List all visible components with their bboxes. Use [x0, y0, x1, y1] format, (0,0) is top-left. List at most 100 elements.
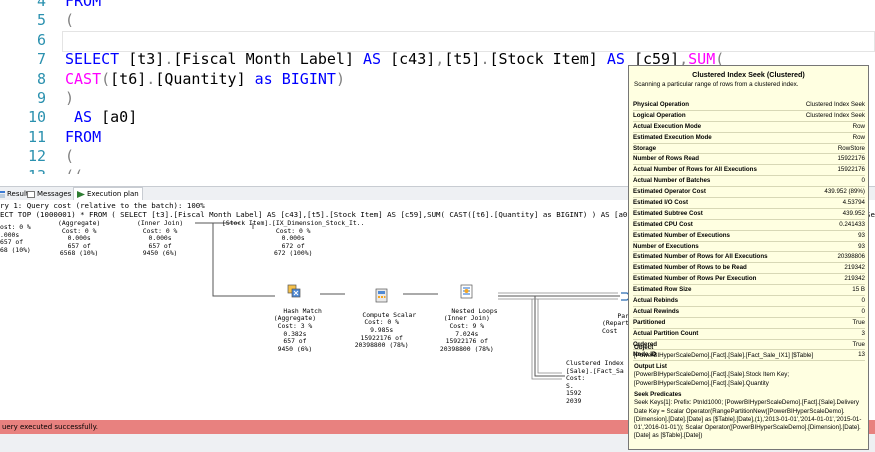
- compute-scalar-icon: [375, 288, 388, 303]
- tooltip-property-row: Storage RowStore: [633, 144, 865, 155]
- hash-match-label: Hash Match (Aggregate) Cost: 3 % 0.382s …: [273, 306, 322, 353]
- tooltip-title: Clustered Index Seek (Clustered): [692, 70, 805, 79]
- code-token: ,: [435, 50, 445, 69]
- code-line[interactable]: FROM: [65, 128, 101, 146]
- nested-loops-label: Nested Loops (Inner Join) Cost: 9 % 7.02…: [439, 306, 498, 353]
- tooltip-property-row: Number of Rows Read 15922176: [633, 154, 865, 166]
- code-token: BIGINT: [281, 69, 336, 88]
- property-value: 93: [858, 231, 865, 239]
- property-value: Clustered Index Seek: [805, 111, 865, 119]
- tooltip-property-row: Actual Rebinds 0: [633, 296, 865, 307]
- code-token: FROM: [65, 0, 102, 10]
- tooltip-property-row: Number of Executions 93: [633, 242, 865, 253]
- property-name: Partitioned: [633, 318, 666, 326]
- messages-icon: [27, 191, 35, 198]
- line-number: 5: [36, 11, 46, 30]
- output-header: Output List: [634, 363, 667, 370]
- tab-execution-plan[interactable]: Execution plan: [73, 187, 143, 201]
- property-name: Actual Rewinds: [633, 307, 680, 315]
- property-value: 0: [861, 177, 865, 185]
- property-name: Estimated Subtree Cost: [633, 209, 703, 217]
- property-value: 4.53794: [842, 199, 865, 207]
- property-name: Estimated Operator Cost: [633, 188, 706, 196]
- property-value: 439.952: [842, 209, 865, 217]
- code-token: as: [254, 69, 282, 88]
- code-token: AS: [65, 108, 102, 127]
- tooltip-property-row: Estimated I/O Cost 4.53794: [633, 198, 865, 209]
- property-value: Row: [852, 122, 865, 130]
- plan-op-partial-inner-join[interactable]: (Inner Join) Cost: 0 % 0.000s 657 of 945…: [137, 219, 183, 258]
- tooltip-property-row: Estimated Row Size 15 B: [633, 285, 865, 297]
- property-value: 15922176: [837, 155, 865, 163]
- code-line[interactable]: CAST([t6].[Quantity] as BIGINT): [65, 70, 345, 88]
- line-number: 13: [0, 167, 46, 174]
- property-value: 439.952 (89%): [824, 188, 865, 196]
- code-line[interactable]: ): [65, 89, 74, 107]
- plan-op-compute-scalar[interactable]: Compute Scalar Cost: 0 % 9.985s 15922176…: [347, 273, 416, 357]
- tooltip-property-row: Estimated Number of Rows to be Read 21934…: [633, 263, 865, 275]
- property-value: 20398806: [837, 253, 865, 261]
- line-number: 10: [27, 108, 46, 127]
- operator-tooltip: Clustered Index Seek (Clustered) Scannin…: [628, 65, 869, 450]
- property-name: Actual Rebinds: [633, 297, 679, 305]
- property-name: Estimated Number of Rows Per Execution: [633, 275, 757, 283]
- seek-text: Seek Keys[1]: Prefix: PtnId1000; [PowerB…: [634, 399, 862, 440]
- plan-op-partial-1[interactable]: ost: 0 % .000s 657 of 68 (10%): [0, 223, 31, 254]
- code-line[interactable]: ((: [65, 167, 83, 174]
- tooltip-property-row: Estimated CPU Cost 0.241433: [633, 220, 865, 231]
- tooltip-property-row: Actual Rewinds 0: [633, 307, 865, 318]
- property-value: 3: [861, 329, 865, 337]
- property-name: Estimated Execution Mode: [633, 133, 712, 141]
- property-name: Estimated CPU Cost: [633, 220, 693, 228]
- code-token: .: [146, 69, 156, 88]
- line-number: 12: [27, 147, 46, 166]
- seek-header: Seek Predicates: [634, 391, 682, 398]
- hash-match-icon: [288, 284, 301, 298]
- property-value: 0: [861, 297, 865, 305]
- line-number: 11: [27, 127, 46, 146]
- code-token: ((: [65, 167, 83, 174]
- code-line[interactable]: SELECT [t3].[Fiscal Month Label] AS [c43…: [65, 50, 724, 68]
- tooltip-property-row: Estimated Number of Rows for All Executi…: [633, 252, 865, 264]
- property-value: 0.241433: [839, 220, 865, 228]
- property-name: Actual Partition Count: [633, 329, 699, 337]
- code-token: SELECT: [65, 50, 129, 69]
- code-token: [a0]: [101, 108, 138, 127]
- tooltip-description: Scanning a particular range of rows from…: [634, 81, 799, 88]
- tooltip-property-row: Partitioned True: [633, 318, 865, 329]
- tooltip-object-section: Object [PowerBIHyperScaleDemo].[Fact].[S…: [634, 344, 862, 361]
- code-token: [Fiscal Month Label]: [173, 50, 364, 69]
- property-name: Number of Executions: [633, 242, 699, 250]
- execution-plan-icon: [77, 191, 85, 198]
- tooltip-property-row: Estimated Subtree Cost 439.952: [633, 209, 865, 220]
- tooltip-seek-section: Seek Predicates Seek Keys[1]: Prefix: Pt…: [634, 391, 862, 441]
- property-value: 219342: [844, 264, 865, 272]
- tooltip-property-row: Actual Number of Batches 0: [633, 176, 865, 188]
- property-name: Estimated Number of Rows for All Executi…: [633, 253, 768, 261]
- plan-op-nested-loops[interactable]: Nested Loops (Inner Join) Cost: 9 % 7.02…: [436, 269, 498, 361]
- code-line[interactable]: FROM: [65, 0, 101, 10]
- plan-op-partial-index-seek[interactable]: [Stock Item].[IX_Dimension_Stock_It.. Co…: [222, 219, 364, 258]
- object-text: [PowerBIHyperScaleDemo].[Fact].[Sale].[F…: [634, 352, 814, 360]
- code-token: AS: [363, 50, 391, 69]
- tooltip-property-row: Actual Partition Count 3: [633, 329, 865, 340]
- tooltip-properties: Physical Operation Clustered Index Seek Lo…: [633, 100, 865, 362]
- code-token: ): [65, 89, 75, 107]
- plan-op-hash-match[interactable]: Hash Match (Aggregate) Cost: 3 % 0.382s …: [268, 269, 322, 361]
- property-name: Number of Rows Read: [633, 155, 700, 163]
- property-name: Estimated I/O Cost: [633, 199, 689, 207]
- code-line[interactable]: (: [65, 147, 74, 165]
- code-line[interactable]: (: [65, 11, 74, 29]
- plan-op-clustered-index-seek[interactable]: Clustered Index [Sale].[Fact_Sa Cost: S.…: [566, 359, 624, 406]
- property-name: Physical Operation: [633, 101, 690, 108]
- property-name: Storage: [633, 144, 657, 152]
- code-line[interactable]: AS [a0]: [65, 108, 137, 126]
- tooltip-property-row: Estimated Operator Cost 439.952 (89%): [633, 187, 865, 199]
- plan-op-partial-aggregate[interactable]: (Aggregate) Cost: 0 % 0.000s 657 of 6568…: [58, 219, 100, 258]
- tooltip-output-section: Output List [PowerBIHyperScaleDemo].[Fac…: [634, 363, 862, 388]
- line-number: 6: [36, 30, 46, 49]
- code-token: [t5]: [444, 50, 481, 69]
- property-value: 0: [861, 307, 865, 315]
- output-line-1: [PowerBIHyperScaleDemo].[Fact].[Sale].St…: [634, 371, 790, 379]
- property-value: Row: [852, 133, 865, 141]
